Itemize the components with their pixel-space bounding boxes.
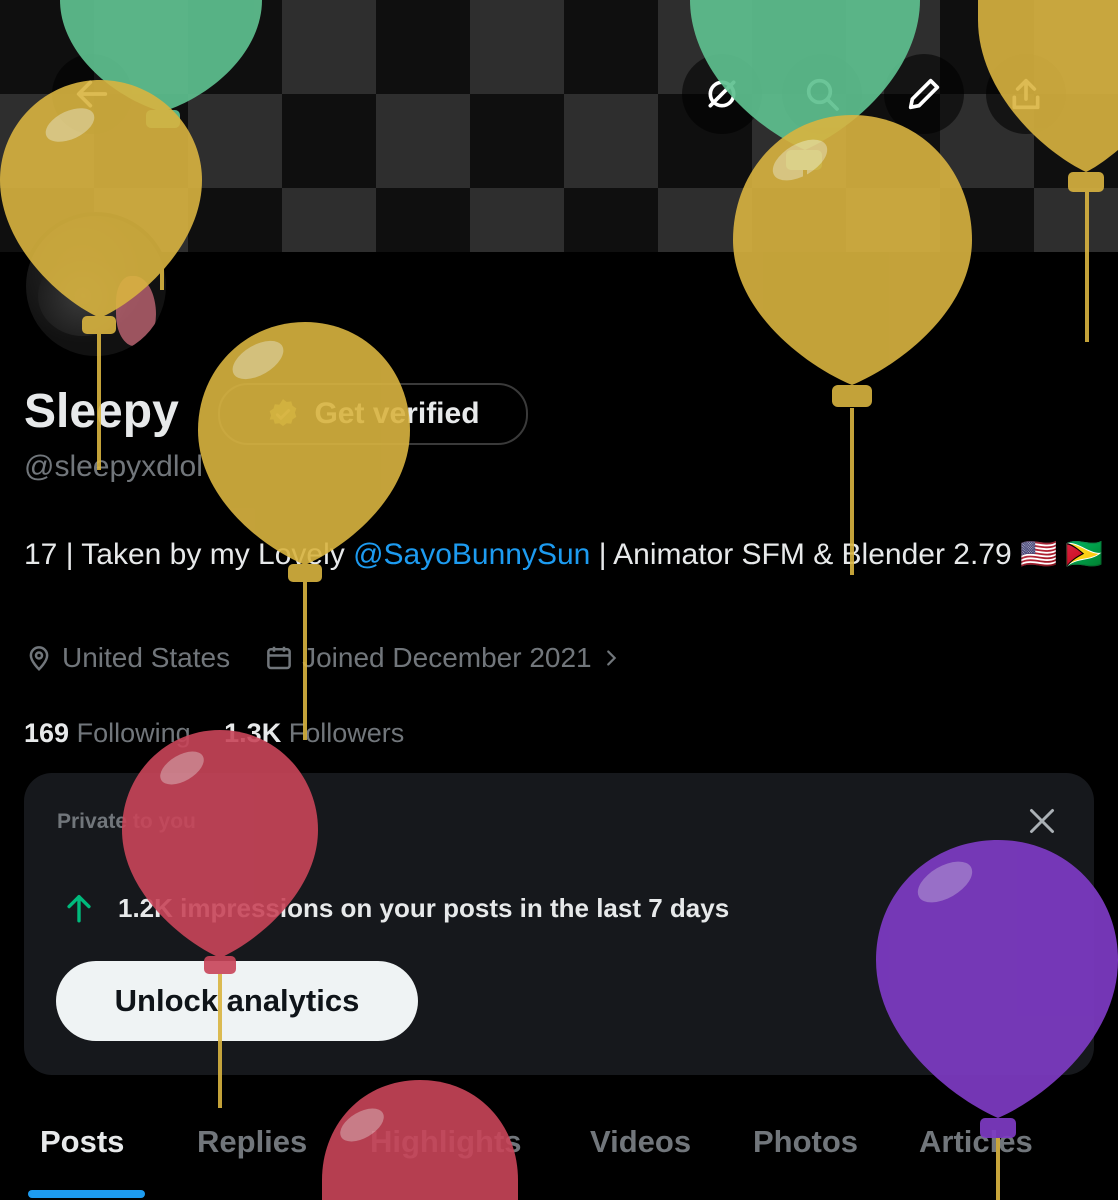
tab-highlights[interactable]: Highlights [370,1124,522,1160]
get-verified-label: Get verified [314,397,480,430]
following-count: 169 [24,718,70,748]
bio-text: 17 | Taken by my Lovely [24,538,354,571]
bio-mention-link[interactable]: @SayoBunnySun [353,538,590,571]
avatar-image [38,256,128,336]
share-icon [1012,78,1040,110]
following-label: Following [76,718,191,748]
get-verified-button[interactable]: Get verified [218,383,528,445]
profile-handle: @sleepyxdlol [24,450,203,483]
close-icon[interactable] [1024,803,1060,839]
followers-count: 1.3K [224,718,282,748]
joined-date[interactable]: Joined December 2021 [264,642,622,674]
profile-name: Sleepy [24,385,179,438]
search-button[interactable] [782,54,862,134]
location: United States [24,642,230,674]
unlock-analytics-button[interactable]: Unlock analytics [56,961,418,1041]
grok-button[interactable] [682,54,762,134]
location-pin-icon [29,646,49,671]
share-button[interactable] [986,54,1066,134]
private-label: Private to you [57,810,196,833]
avatar-image-detail [116,276,156,346]
avatar[interactable] [22,212,170,360]
back-button[interactable] [52,54,132,134]
grok-icon [708,80,736,108]
active-tab-indicator [28,1190,145,1198]
chevron-right-icon [606,650,616,666]
calendar-icon [267,646,291,670]
edit-icon [908,78,940,110]
follow-stats: 169 Following 1.3K Followers [24,718,404,749]
bio-text-end: | Animator SFM & Blender 2.79 🇺🇸 🇬🇾 [590,538,1104,571]
tab-photos[interactable]: Photos [753,1124,858,1160]
arrow-left-icon [76,80,108,108]
search-icon [806,78,839,111]
following-link[interactable]: 169 Following [24,718,191,748]
tab-videos[interactable]: Videos [590,1124,691,1160]
location-text: United States [62,642,231,673]
impressions-row: 1.2K impressions on your posts in the la… [62,891,729,925]
verified-badge-icon [270,399,297,427]
profile-bio: 17 | Taken by my Lovely @SayoBunnySun | … [24,532,1104,578]
impressions-text: 1.2K impressions on your posts in the la… [118,892,730,923]
private-insight-card: Private to you 1.2K impressions on your … [24,773,1094,1075]
joined-text: Joined December 2021 [302,642,592,673]
followers-link[interactable]: 1.3K Followers [224,718,404,748]
followers-label: Followers [288,718,405,748]
tab-articles[interactable]: Articles [919,1124,1033,1160]
tab-posts[interactable]: Posts [40,1124,124,1160]
tab-replies[interactable]: Replies [197,1124,307,1160]
profile-meta: United States Joined December 2021 [24,642,656,674]
profile-tabs: Posts Replies Highlights Videos Photos A… [0,1100,1118,1200]
edit-button[interactable] [884,54,964,134]
profile-banner[interactable] [0,0,1118,252]
arrow-up-icon [67,894,91,923]
